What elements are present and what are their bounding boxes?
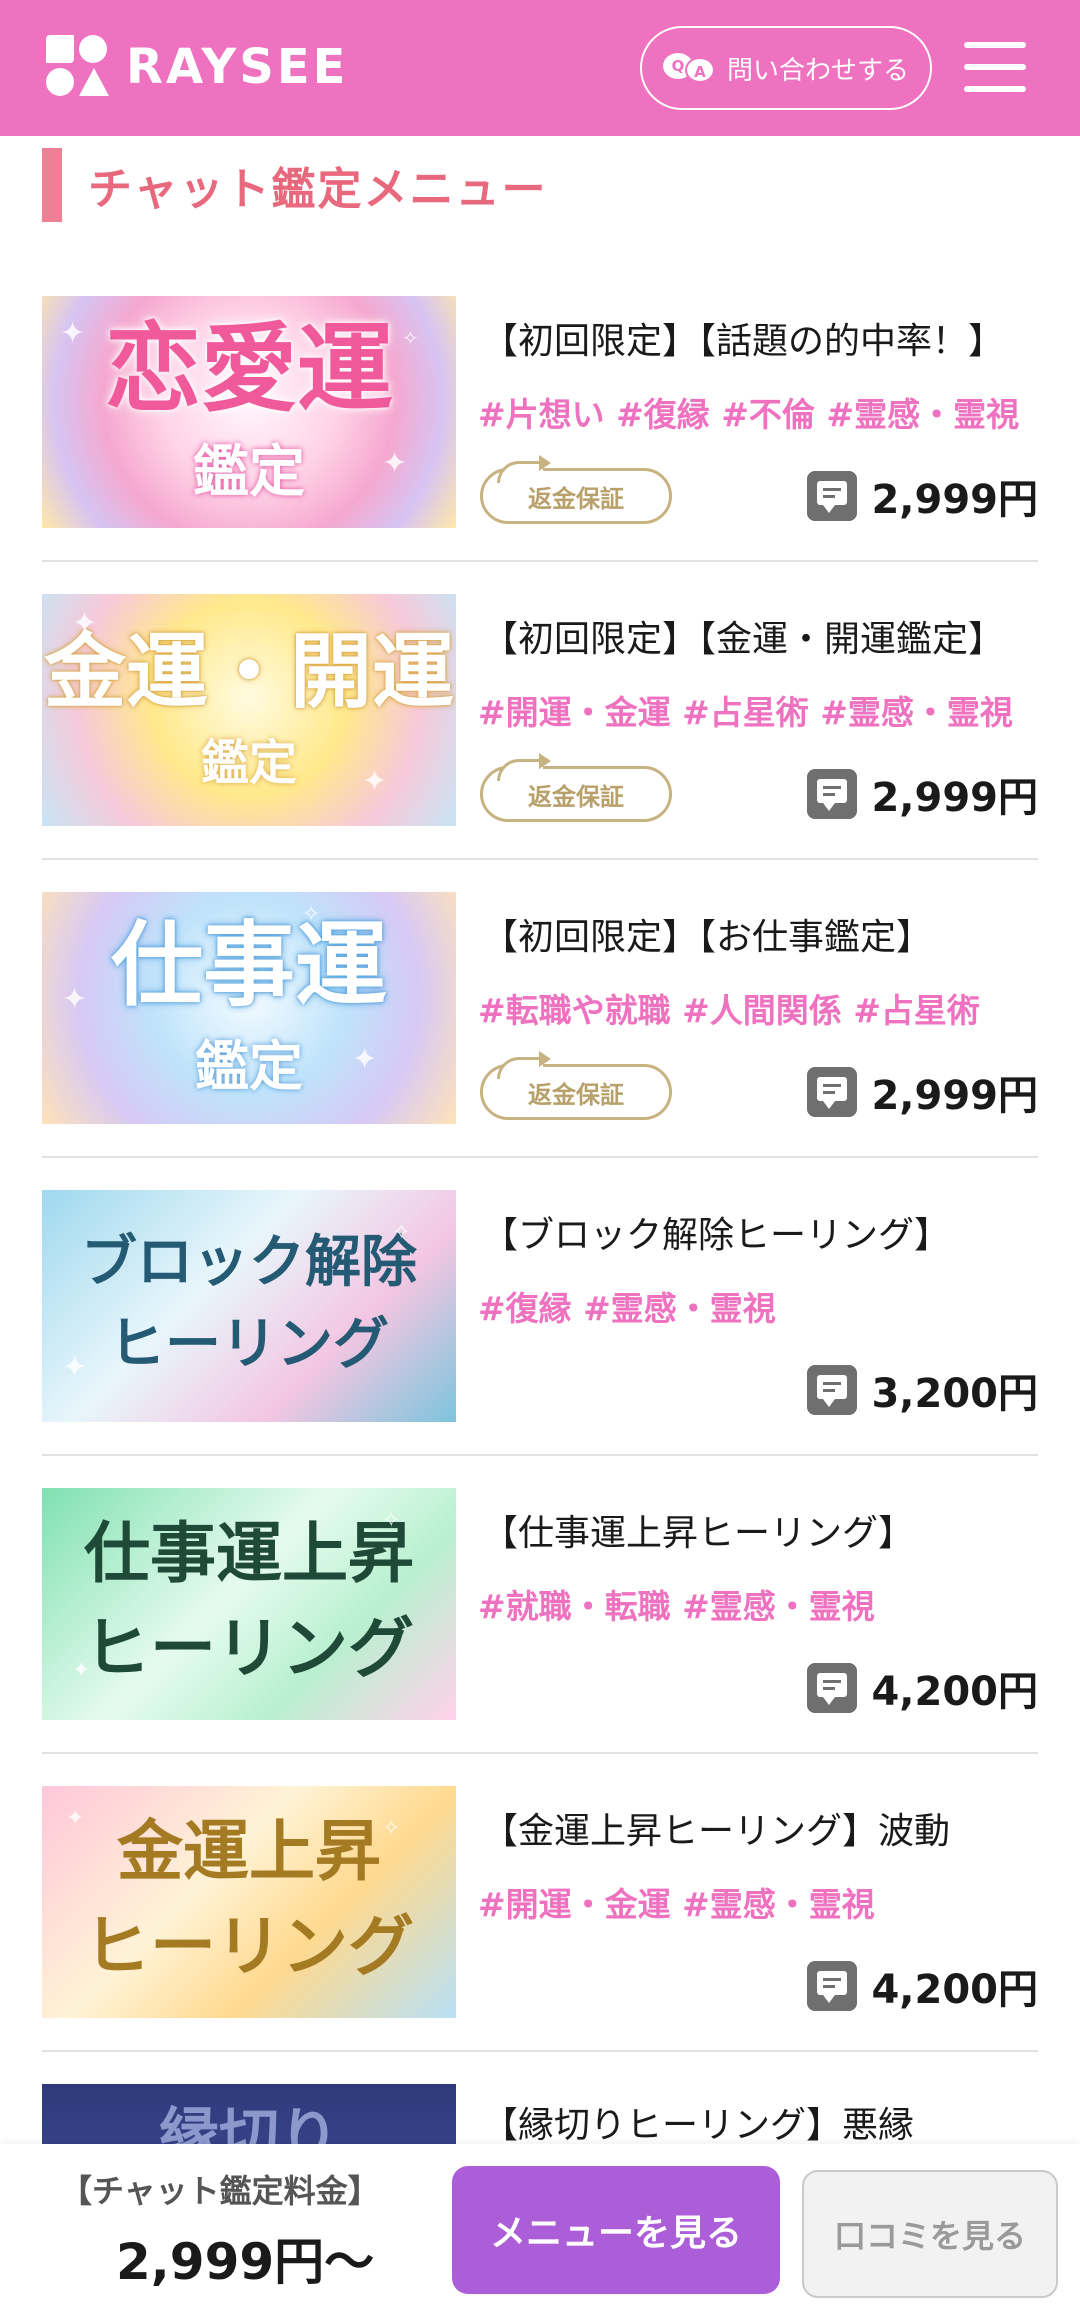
view-reviews-button[interactable]: 口コミを見る — [802, 2170, 1058, 2298]
section-header: チャット鑑定メニュー — [42, 148, 548, 222]
divider — [42, 1454, 1038, 1456]
fee-price: 2,999円〜 — [116, 2233, 375, 2291]
thumbnail-cut-ties: 縁切り — [42, 2084, 456, 2144]
qa-icon: Q A — [662, 51, 717, 85]
menu-item-work[interactable]: ✦ ✦ ✧ 仕事運 鑑定 【初回限定】【お仕事鑑定】 #転職や就職 #人間関係 … — [42, 892, 1038, 1124]
divider — [42, 1156, 1038, 1158]
section-title: チャット鑑定メニュー — [88, 164, 548, 215]
menu-item-cut-ties-healing[interactable]: 縁切り 【縁切りヒーリング】悪縁 — [42, 2084, 1038, 2144]
menu-item-block-healing[interactable]: ✦ ✧ ブロック解除 ヒーリング 【ブロック解除ヒーリング】 #復縁 #霊感・霊… — [42, 1190, 1038, 1422]
thumbnail-block-healing: ✦ ✧ ブロック解除 ヒーリング — [42, 1190, 456, 1422]
divider — [42, 1752, 1038, 1754]
item-price: 4,200円 — [807, 1958, 1038, 2014]
divider — [42, 2050, 1038, 2052]
chat-icon — [807, 1067, 858, 1117]
item-tags: #開運・金運 #占星術 #霊感・霊視 — [478, 693, 1013, 732]
menu-item-love[interactable]: ✦ ✦ ✧ 恋愛運 鑑定 【初回限定】【話題の的中率！】 #片想い #復縁 #不… — [42, 296, 1038, 528]
item-title: 【初回限定】【金運・開運鑑定】 — [482, 619, 1005, 660]
logo-mark-icon — [46, 35, 110, 99]
divider — [42, 858, 1038, 860]
section-accent-bar — [42, 148, 62, 222]
item-price: 2,999円 — [807, 766, 1038, 822]
fee-label: 【チャット鑑定料金】 — [60, 2172, 380, 2210]
hamburger-menu-icon[interactable] — [964, 42, 1026, 92]
brand-name: RAYSEE — [126, 39, 349, 95]
item-tags: #復縁 #霊感・霊視 — [478, 1289, 776, 1328]
thumbnail-money: ✦ ✦ 金運・開運 鑑定 — [42, 594, 456, 826]
chat-icon — [807, 471, 858, 521]
chat-icon — [807, 1365, 858, 1415]
menu-item-money[interactable]: ✦ ✦ 金運・開運 鑑定 【初回限定】【金運・開運鑑定】 #開運・金運 #占星術… — [42, 594, 1038, 826]
item-title: 【初回限定】【話題の的中率！】 — [482, 321, 1005, 362]
item-tags: #開運・金運 #霊感・霊視 — [478, 1885, 875, 1924]
thumbnail-love: ✦ ✦ ✧ 恋愛運 鑑定 — [42, 296, 456, 528]
item-tags: #転職や就職 #人間関係 #占星術 — [478, 991, 980, 1030]
item-title: 【初回限定】【お仕事鑑定】 — [482, 917, 933, 958]
refund-guarantee-badge: 返金保証 — [480, 753, 672, 822]
contact-button[interactable]: Q A 問い合わせする — [640, 26, 932, 110]
item-price: 3,200円 — [807, 1362, 1038, 1418]
divider — [42, 560, 1038, 562]
view-menu-button[interactable]: メニューを見る — [452, 2166, 780, 2294]
thumbnail-work: ✦ ✦ ✧ 仕事運 鑑定 — [42, 892, 456, 1124]
item-title: 【金運上昇ヒーリング】波動 — [482, 1811, 951, 1852]
chat-icon — [807, 769, 858, 819]
refund-guarantee-badge: 返金保証 — [480, 1051, 672, 1120]
item-tags: #片想い #復縁 #不倫 #霊感・霊視 — [478, 395, 1020, 434]
thumbnail-money-healing: ✧ ✦ 金運上昇 ヒーリング — [42, 1786, 456, 2018]
chat-icon — [807, 1961, 858, 2011]
header-bar: RAYSEE Q A 問い合わせする — [0, 0, 1080, 136]
item-title: 【ブロック解除ヒーリング】 — [482, 1215, 951, 1256]
item-tags: #就職・転職 #霊感・霊視 — [478, 1587, 875, 1626]
brand-logo[interactable]: RAYSEE — [46, 34, 348, 100]
item-price: 4,200円 — [807, 1660, 1038, 1716]
item-title: 【縁切りヒーリング】悪縁 — [482, 2105, 915, 2144]
contact-label: 問い合わせする — [726, 55, 909, 86]
bottom-action-bar: 【チャット鑑定料金】 2,999円〜 メニューを見る 口コミを見る — [0, 2144, 1080, 2312]
menu-item-money-healing[interactable]: ✧ ✦ 金運上昇 ヒーリング 【金運上昇ヒーリング】波動 #開運・金運 #霊感・… — [42, 1786, 1038, 2018]
chat-icon — [807, 1663, 858, 1713]
thumbnail-work-healing: ✧ ✦ 仕事運上昇 ヒーリング — [42, 1488, 456, 1720]
item-price: 2,999円 — [807, 468, 1038, 524]
item-title: 【仕事運上昇ヒーリング】 — [482, 1513, 915, 1554]
refund-guarantee-badge: 返金保証 — [480, 455, 672, 524]
menu-item-work-healing[interactable]: ✧ ✦ 仕事運上昇 ヒーリング 【仕事運上昇ヒーリング】 #就職・転職 #霊感・… — [42, 1488, 1038, 1720]
item-price: 2,999円 — [807, 1064, 1038, 1120]
